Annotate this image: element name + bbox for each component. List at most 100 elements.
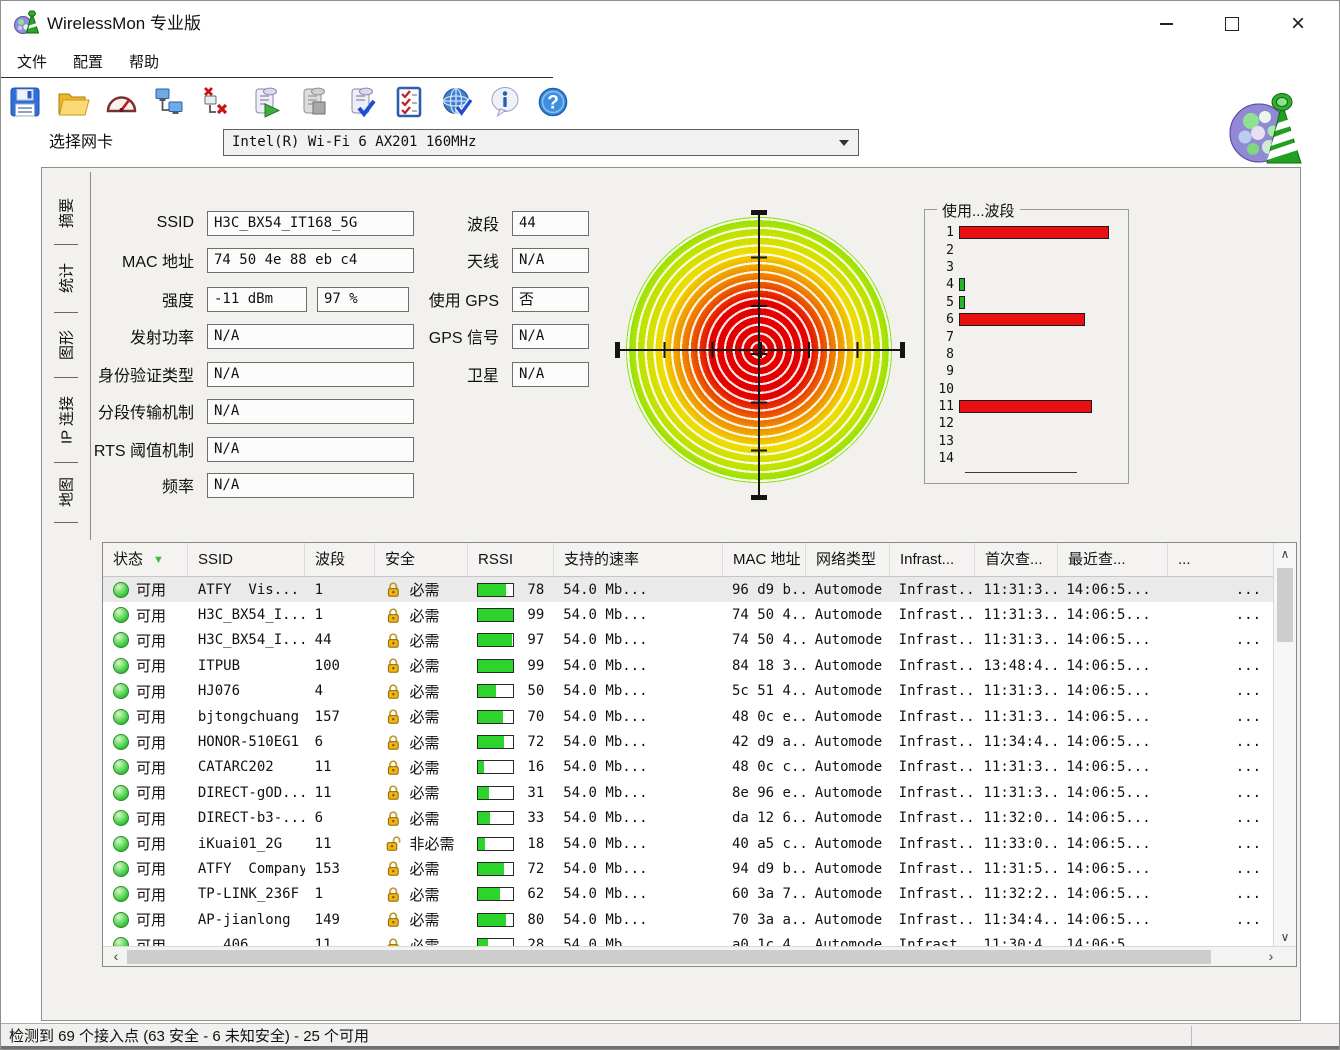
checklist-button[interactable] xyxy=(391,84,427,120)
table-row[interactable]: 可用ATFY Company153必需7254.0 Mb...94 d9 b..… xyxy=(103,856,1273,881)
rssi-bar xyxy=(477,786,514,800)
table-row[interactable]: 可用DIRECT-b3-...6必需3354.0 Mb...da 12 6...… xyxy=(103,806,1273,831)
header-cell-first[interactable]: 首次查... xyxy=(975,543,1058,576)
menu-item-帮助[interactable]: 帮助 xyxy=(129,51,159,72)
frequency-value[interactable]: N/A xyxy=(207,473,414,498)
status-available-icon xyxy=(113,632,129,648)
channel-usage-chart: 1234567891011121314 xyxy=(931,224,1124,467)
channel-label: 1 xyxy=(931,225,959,240)
close-button[interactable]: × xyxy=(1265,1,1331,46)
header-cell-security[interactable]: 安全 xyxy=(375,543,468,576)
cell-band: 1 xyxy=(305,602,375,627)
cell-infra: Infrast... xyxy=(889,882,974,907)
start-logging-button[interactable] xyxy=(247,84,283,120)
table-row[interactable]: 可用AP-jianlong149必需8054.0 Mb...70 3a a...… xyxy=(103,907,1273,932)
table-row[interactable]: 可用H3C_BX54_I...44必需9754.0 Mb...74 50 4..… xyxy=(103,628,1273,653)
channel-row: 4 xyxy=(931,276,1124,293)
header-cell-status[interactable]: 状态▼ xyxy=(103,543,188,576)
table-row[interactable]: 可用HJ0764必需5054.0 Mb...5c 51 4...Automode… xyxy=(103,679,1273,704)
reconnect-button[interactable] xyxy=(151,84,187,120)
vertical-scroll-thumb[interactable] xyxy=(1277,568,1293,642)
scroll-down-icon[interactable]: ∨ xyxy=(1274,926,1296,948)
menu-item-文件[interactable]: 文件 xyxy=(17,51,47,72)
lock-icon xyxy=(385,937,402,946)
horizontal-scrollbar[interactable]: ‹ › xyxy=(103,946,1296,966)
header-cell-clip[interactable]: ... xyxy=(1168,543,1275,576)
satellite-value[interactable]: N/A xyxy=(512,362,589,387)
cell-infra: Infrast... xyxy=(889,806,974,831)
open-log-button[interactable] xyxy=(55,84,91,120)
scroll-left-icon[interactable]: ‹ xyxy=(105,947,127,966)
antenna-value[interactable]: N/A xyxy=(512,248,589,273)
header-cell-rssi[interactable]: RSSI xyxy=(468,543,554,576)
table-row[interactable]: 可用bjtongchuang157必需7054.0 Mb...48 0c e..… xyxy=(103,704,1273,729)
table-row[interactable]: 可用ITPUB100必需9954.0 Mb...84 18 3...Automo… xyxy=(103,653,1273,678)
header-cell-band[interactable]: 波段 xyxy=(305,543,375,576)
header-cell-rate[interactable]: 支持的速率 xyxy=(554,543,723,576)
table-header: 状态▼SSID波段安全RSSI支持的速率MAC 地址网络类型Infrast...… xyxy=(103,543,1296,577)
field-use-gps: 使用 GPS 否 xyxy=(342,286,589,312)
status-available-icon xyxy=(113,607,129,623)
rate-graph-button[interactable] xyxy=(103,84,139,120)
info-button[interactable] xyxy=(487,84,523,120)
rssi-bar xyxy=(477,710,514,724)
rssi-bar xyxy=(477,633,514,647)
maximize-button[interactable] xyxy=(1199,1,1265,46)
table-row[interactable]: 可用iKuai01_2G11非必需1854.0 Mb...40 a5 c...A… xyxy=(103,831,1273,856)
cell-rate: 54.0 Mb... xyxy=(553,755,722,780)
menu-item-配置[interactable]: 配置 xyxy=(73,51,103,72)
fragmentation-value[interactable]: N/A xyxy=(207,399,414,424)
web-button[interactable] xyxy=(439,84,475,120)
cell-rate: 54.0 Mb... xyxy=(553,831,722,856)
header-cell-ssid[interactable]: SSID xyxy=(188,543,305,576)
header-cell-infra[interactable]: Infrast... xyxy=(890,543,975,576)
cell-mac: 60 3a 7... xyxy=(722,882,805,907)
vertical-scrollbar[interactable]: ∧ ∨ xyxy=(1273,543,1296,948)
cell-first: 11:34:4... xyxy=(974,729,1057,754)
header-cell-mac[interactable]: MAC 地址 xyxy=(723,543,806,576)
band-value[interactable]: 44 xyxy=(512,211,589,236)
cell-last: 14:06:5... xyxy=(1056,653,1166,678)
verify-log-button[interactable] xyxy=(343,84,379,120)
channel-label: 8 xyxy=(931,347,959,362)
cell-mac: a0 1c 4... xyxy=(722,932,805,946)
header-cell-nettype[interactable]: 网络类型 xyxy=(806,543,890,576)
table-row[interactable]: 可用HONOR-510EG16必需7254.0 Mb...42 d9 a...A… xyxy=(103,729,1273,754)
rts-value[interactable]: N/A xyxy=(207,437,414,462)
mac-label: MAC 地址 xyxy=(42,248,207,272)
rssi-value: 28 xyxy=(527,937,544,946)
table-row[interactable]: 可用CATARC20211必需1654.0 Mb...48 0c c...Aut… xyxy=(103,755,1273,780)
cell-band: 153 xyxy=(305,856,375,881)
strength-dbm-value[interactable]: -11 dBm xyxy=(207,287,307,312)
table-row[interactable]: 可用ATFY Vis...1必需7854.0 Mb...96 d9 b...Au… xyxy=(103,577,1273,602)
minimize-button[interactable] xyxy=(1133,1,1199,46)
table-row[interactable]: 可用H3C_BX54_I...1必需9954.0 Mb...74 50 4...… xyxy=(103,602,1273,627)
channel-bar xyxy=(959,278,965,291)
cell-clip: ... xyxy=(1166,729,1273,754)
header-cell-last[interactable]: 最近查... xyxy=(1058,543,1168,576)
table-row[interactable]: 可用DIRECT-gOD...11必需3154.0 Mb...8e 96 e..… xyxy=(103,780,1273,805)
cell-infra: Infrast... xyxy=(889,577,974,602)
cell-first: 11:31:3... xyxy=(974,704,1057,729)
disconnect-button[interactable] xyxy=(199,84,235,120)
scroll-right-icon[interactable]: › xyxy=(1260,947,1282,966)
cell-last: 14:06:5... xyxy=(1056,628,1166,653)
cell-security: 必需 xyxy=(375,856,468,881)
close-icon: × xyxy=(1291,14,1305,34)
rssi-bar xyxy=(477,659,514,673)
cell-rssi: 97 xyxy=(467,628,553,653)
save-button[interactable] xyxy=(7,84,43,120)
table-row[interactable]: 可用...40611必需2854.0 Mb...a0 1c 4...Automo… xyxy=(103,932,1273,946)
channel-label: 2 xyxy=(931,243,959,258)
horizontal-scroll-thumb[interactable] xyxy=(127,950,1211,964)
gps-signal-value[interactable]: N/A xyxy=(512,324,589,349)
adapter-select[interactable]: Intel(R) Wi-Fi 6 AX201 160MHz xyxy=(223,129,859,156)
use-gps-value[interactable]: 否 xyxy=(512,287,589,312)
stop-logging-button[interactable] xyxy=(295,84,331,120)
cell-clip: ... xyxy=(1166,856,1273,881)
sidebar-tab-divider xyxy=(54,522,78,523)
cell-clip: ... xyxy=(1166,907,1273,932)
help-button[interactable]: ? xyxy=(535,84,571,120)
table-row[interactable]: 可用TP-LINK_236F1必需6254.0 Mb...60 3a 7...A… xyxy=(103,882,1273,907)
scroll-up-icon[interactable]: ∧ xyxy=(1274,543,1296,565)
